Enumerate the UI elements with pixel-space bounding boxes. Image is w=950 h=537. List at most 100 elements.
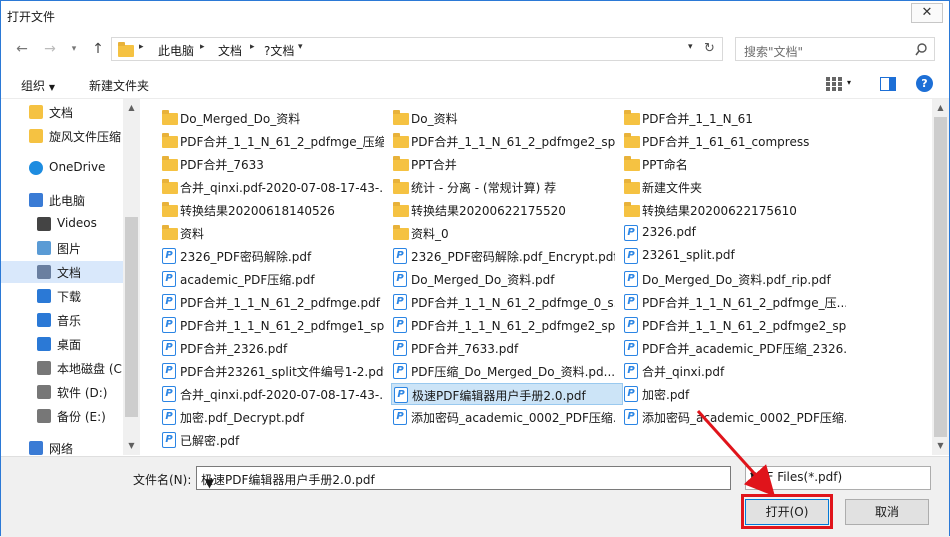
pdf-file-item[interactable]: P PDF合并_1_1_N_61_2_pdfmge2_sp...: [622, 314, 846, 336]
folder-item[interactable]: PDF合并_1_1_N_61_2_pdfmge2_sp...: [391, 130, 615, 152]
filename-input[interactable]: 极速PDF编辑器用户手册2.0.pdf ▼: [196, 466, 731, 490]
chevron-down-icon[interactable]: ▼: [201, 471, 218, 495]
pdf-file-item[interactable]: P 添加密码_academic_0002_PDF压缩...: [622, 406, 846, 428]
folder-item[interactable]: 统计 - 分离 - (常规计算) 荐: [391, 176, 615, 198]
folder-item[interactable]: 资料_0: [391, 222, 615, 244]
folder-icon: [162, 225, 178, 240]
pdf-file-item[interactable]: P 2326.pdf: [622, 222, 846, 244]
file-list-scrollbar[interactable]: ▲ ▼: [932, 99, 949, 455]
file-name: academic_PDF压缩.pdf: [180, 273, 315, 287]
sidebar-item[interactable]: Videos: [1, 213, 123, 235]
pdf-file-item[interactable]: P PDF合并_7633.pdf: [391, 337, 615, 359]
sidebar-item[interactable]: 文档: [1, 261, 123, 283]
cancel-button[interactable]: 取消: [845, 499, 929, 525]
pdf-file-item[interactable]: P PDF合并_2326.pdf: [160, 337, 384, 359]
chevron-right-icon[interactable]: ▸: [139, 42, 144, 52]
file-type-select[interactable]: PDF Files(*.pdf) ▼: [745, 466, 931, 490]
sidebar-item[interactable]: OneDrive: [1, 157, 123, 179]
folder-item[interactable]: 转换结果20200622175610: [622, 199, 846, 221]
scroll-thumb[interactable]: [125, 217, 138, 417]
new-folder-button[interactable]: 新建文件夹: [89, 77, 149, 94]
chevron-right-icon[interactable]: ▸: [250, 42, 255, 52]
scroll-down-icon[interactable]: ▼: [123, 437, 140, 454]
breadcrumb-item[interactable]: 此电脑: [158, 42, 194, 59]
help-icon[interactable]: ?: [916, 75, 933, 92]
pdf-file-item[interactable]: P Do_Merged_Do_资料.pdf: [391, 268, 615, 290]
refresh-icon[interactable]: ↻: [704, 41, 715, 56]
scroll-up-icon[interactable]: ▲: [932, 99, 949, 116]
chevron-down-icon[interactable]: ▾: [298, 42, 303, 52]
folder-icon: [29, 129, 43, 143]
folder-item[interactable]: 资料: [160, 222, 384, 244]
pdf-file-item[interactable]: P 加密.pdf: [622, 383, 846, 405]
chevron-right-icon[interactable]: ▸: [200, 42, 205, 52]
sidebar-item[interactable]: 本地磁盘 (C:: [1, 357, 126, 379]
sidebar-item[interactable]: 桌面: [1, 333, 123, 355]
folder-item[interactable]: 合并_qinxi.pdf-2020-07-08-17-43-...: [160, 176, 384, 198]
pdf-file-item[interactable]: P 2326_PDF密码解除.pdf: [160, 245, 384, 267]
pdf-file-item[interactable]: P 添加密码_academic_0002_PDF压缩...: [391, 406, 615, 428]
up-arrow-icon[interactable]: ↑: [87, 39, 109, 59]
forward-arrow-icon[interactable]: →: [39, 39, 61, 59]
pdf-file-item[interactable]: P PDF合并_1_1_N_61_2_pdfmge1_sp...: [160, 314, 384, 336]
sidebar-item[interactable]: 软件 (D:): [1, 381, 123, 403]
organize-button[interactable]: 组织 ▼: [21, 77, 55, 94]
pdf-file-item[interactable]: P PDF合并_1_1_N_61_2_pdfmge_压...: [622, 291, 846, 313]
folder-item[interactable]: 新建文件夹: [622, 176, 846, 198]
folder-item[interactable]: PDF合并_1_61_61_compress: [622, 130, 846, 152]
folder-item[interactable]: 转换结果20200622175520: [391, 199, 615, 221]
pdf-file-item[interactable]: P 已解密.pdf: [160, 429, 384, 451]
search-icon[interactable]: [915, 43, 928, 56]
pdf-file-item[interactable]: Pacademic_PDF压缩.pdf: [160, 268, 384, 290]
sidebar-item[interactable]: 备份 (E:): [1, 405, 123, 427]
scroll-down-icon[interactable]: ▼: [932, 437, 949, 454]
sidebar-scrollbar[interactable]: ▲ ▼: [123, 99, 140, 455]
pdf-file-item[interactable]: P PDF合并_1_1_N_61_2_pdfmge_0_s...: [391, 291, 615, 313]
folder-item[interactable]: 转换结果20200618140526: [160, 199, 384, 221]
breadcrumb-item[interactable]: 文档: [218, 42, 242, 59]
folder-item[interactable]: PDF合并_1_1_N_61: [622, 107, 846, 129]
pdf-file-icon: P: [624, 386, 638, 402]
sidebar-item[interactable]: 文档: [1, 101, 123, 123]
recent-locations-dropdown-icon[interactable]: ▾: [63, 39, 85, 59]
folder-item[interactable]: Do_Merged_Do_资料: [160, 107, 384, 129]
pdf-file-item[interactable]: P 2326_PDF密码解除.pdf_Encrypt.pdf: [391, 245, 615, 267]
pdf-file-item[interactable]: P PDF合并_academic_PDF压缩_2326....: [622, 337, 846, 359]
preview-pane-icon[interactable]: [880, 77, 896, 91]
sidebar-item[interactable]: 网络: [1, 437, 123, 455]
chevron-down-icon[interactable]: ▾: [688, 42, 693, 52]
folder-item[interactable]: PPT合并: [391, 153, 615, 175]
address-bar[interactable]: ▸ 此电脑 ▸ 文档 ▸ ?文档 ▾ ▾ ↻: [111, 37, 723, 61]
pdf-file-item[interactable]: P 加密.pdf_Decrypt.pdf: [160, 406, 384, 428]
sidebar-item[interactable]: 此电脑: [1, 189, 123, 211]
back-arrow-icon[interactable]: ←: [11, 39, 33, 59]
sidebar-item[interactable]: 下载: [1, 285, 123, 307]
pdf-file-icon: P: [162, 363, 176, 379]
folder-item[interactable]: PDF合并_1_1_N_61_2_pdfmge_压缩: [160, 130, 384, 152]
sidebar-item[interactable]: 旋风文件压缩: [1, 125, 123, 147]
pdf-file-item[interactable]: P PDF合并23261_split文件编号1-2.pdf: [160, 360, 384, 382]
pdf-file-item[interactable]: P PDF合并_1_1_N_61_2_pdfmge2_sp...: [391, 314, 615, 336]
sidebar-item[interactable]: 图片: [1, 237, 123, 259]
pdf-file-item[interactable]: P 23261_split.pdf: [622, 245, 846, 267]
chevron-down-icon[interactable]: ▾: [847, 78, 851, 87]
pdf-file-item[interactable]: P 极速PDF编辑器用户手册2.0.pdf: [391, 383, 623, 405]
scroll-up-icon[interactable]: ▲: [123, 99, 140, 116]
open-button[interactable]: 打开(O): [745, 499, 829, 525]
view-options-icon[interactable]: [826, 77, 842, 91]
folder-item[interactable]: PDF合并_7633: [160, 153, 384, 175]
search-input[interactable]: 搜索"文档": [735, 37, 935, 61]
scroll-thumb[interactable]: [934, 117, 947, 437]
folder-item[interactable]: Do_资料: [391, 107, 615, 129]
sidebar-item[interactable]: 音乐: [1, 309, 123, 331]
pdf-file-item[interactable]: P Do_Merged_Do_资料.pdf_rip.pdf: [622, 268, 846, 290]
folder-item[interactable]: PPT命名: [622, 153, 846, 175]
pdf-file-icon: P: [162, 340, 176, 356]
pdf-file-item[interactable]: P PDF合并_1_1_N_61_2_pdfmge.pdf: [160, 291, 384, 313]
pdf-file-item[interactable]: P 合并_qinxi.pdf-2020-07-08-17-43-...: [160, 383, 384, 405]
pdf-file-item[interactable]: P 合并_qinxi.pdf: [622, 360, 846, 382]
breadcrumb-item[interactable]: ?文档: [264, 42, 294, 59]
close-button[interactable]: ✕: [911, 3, 943, 23]
pdf-file-item[interactable]: P PDF压缩_Do_Merged_Do_资料.pd...: [391, 360, 615, 382]
folder-icon: [162, 110, 178, 125]
